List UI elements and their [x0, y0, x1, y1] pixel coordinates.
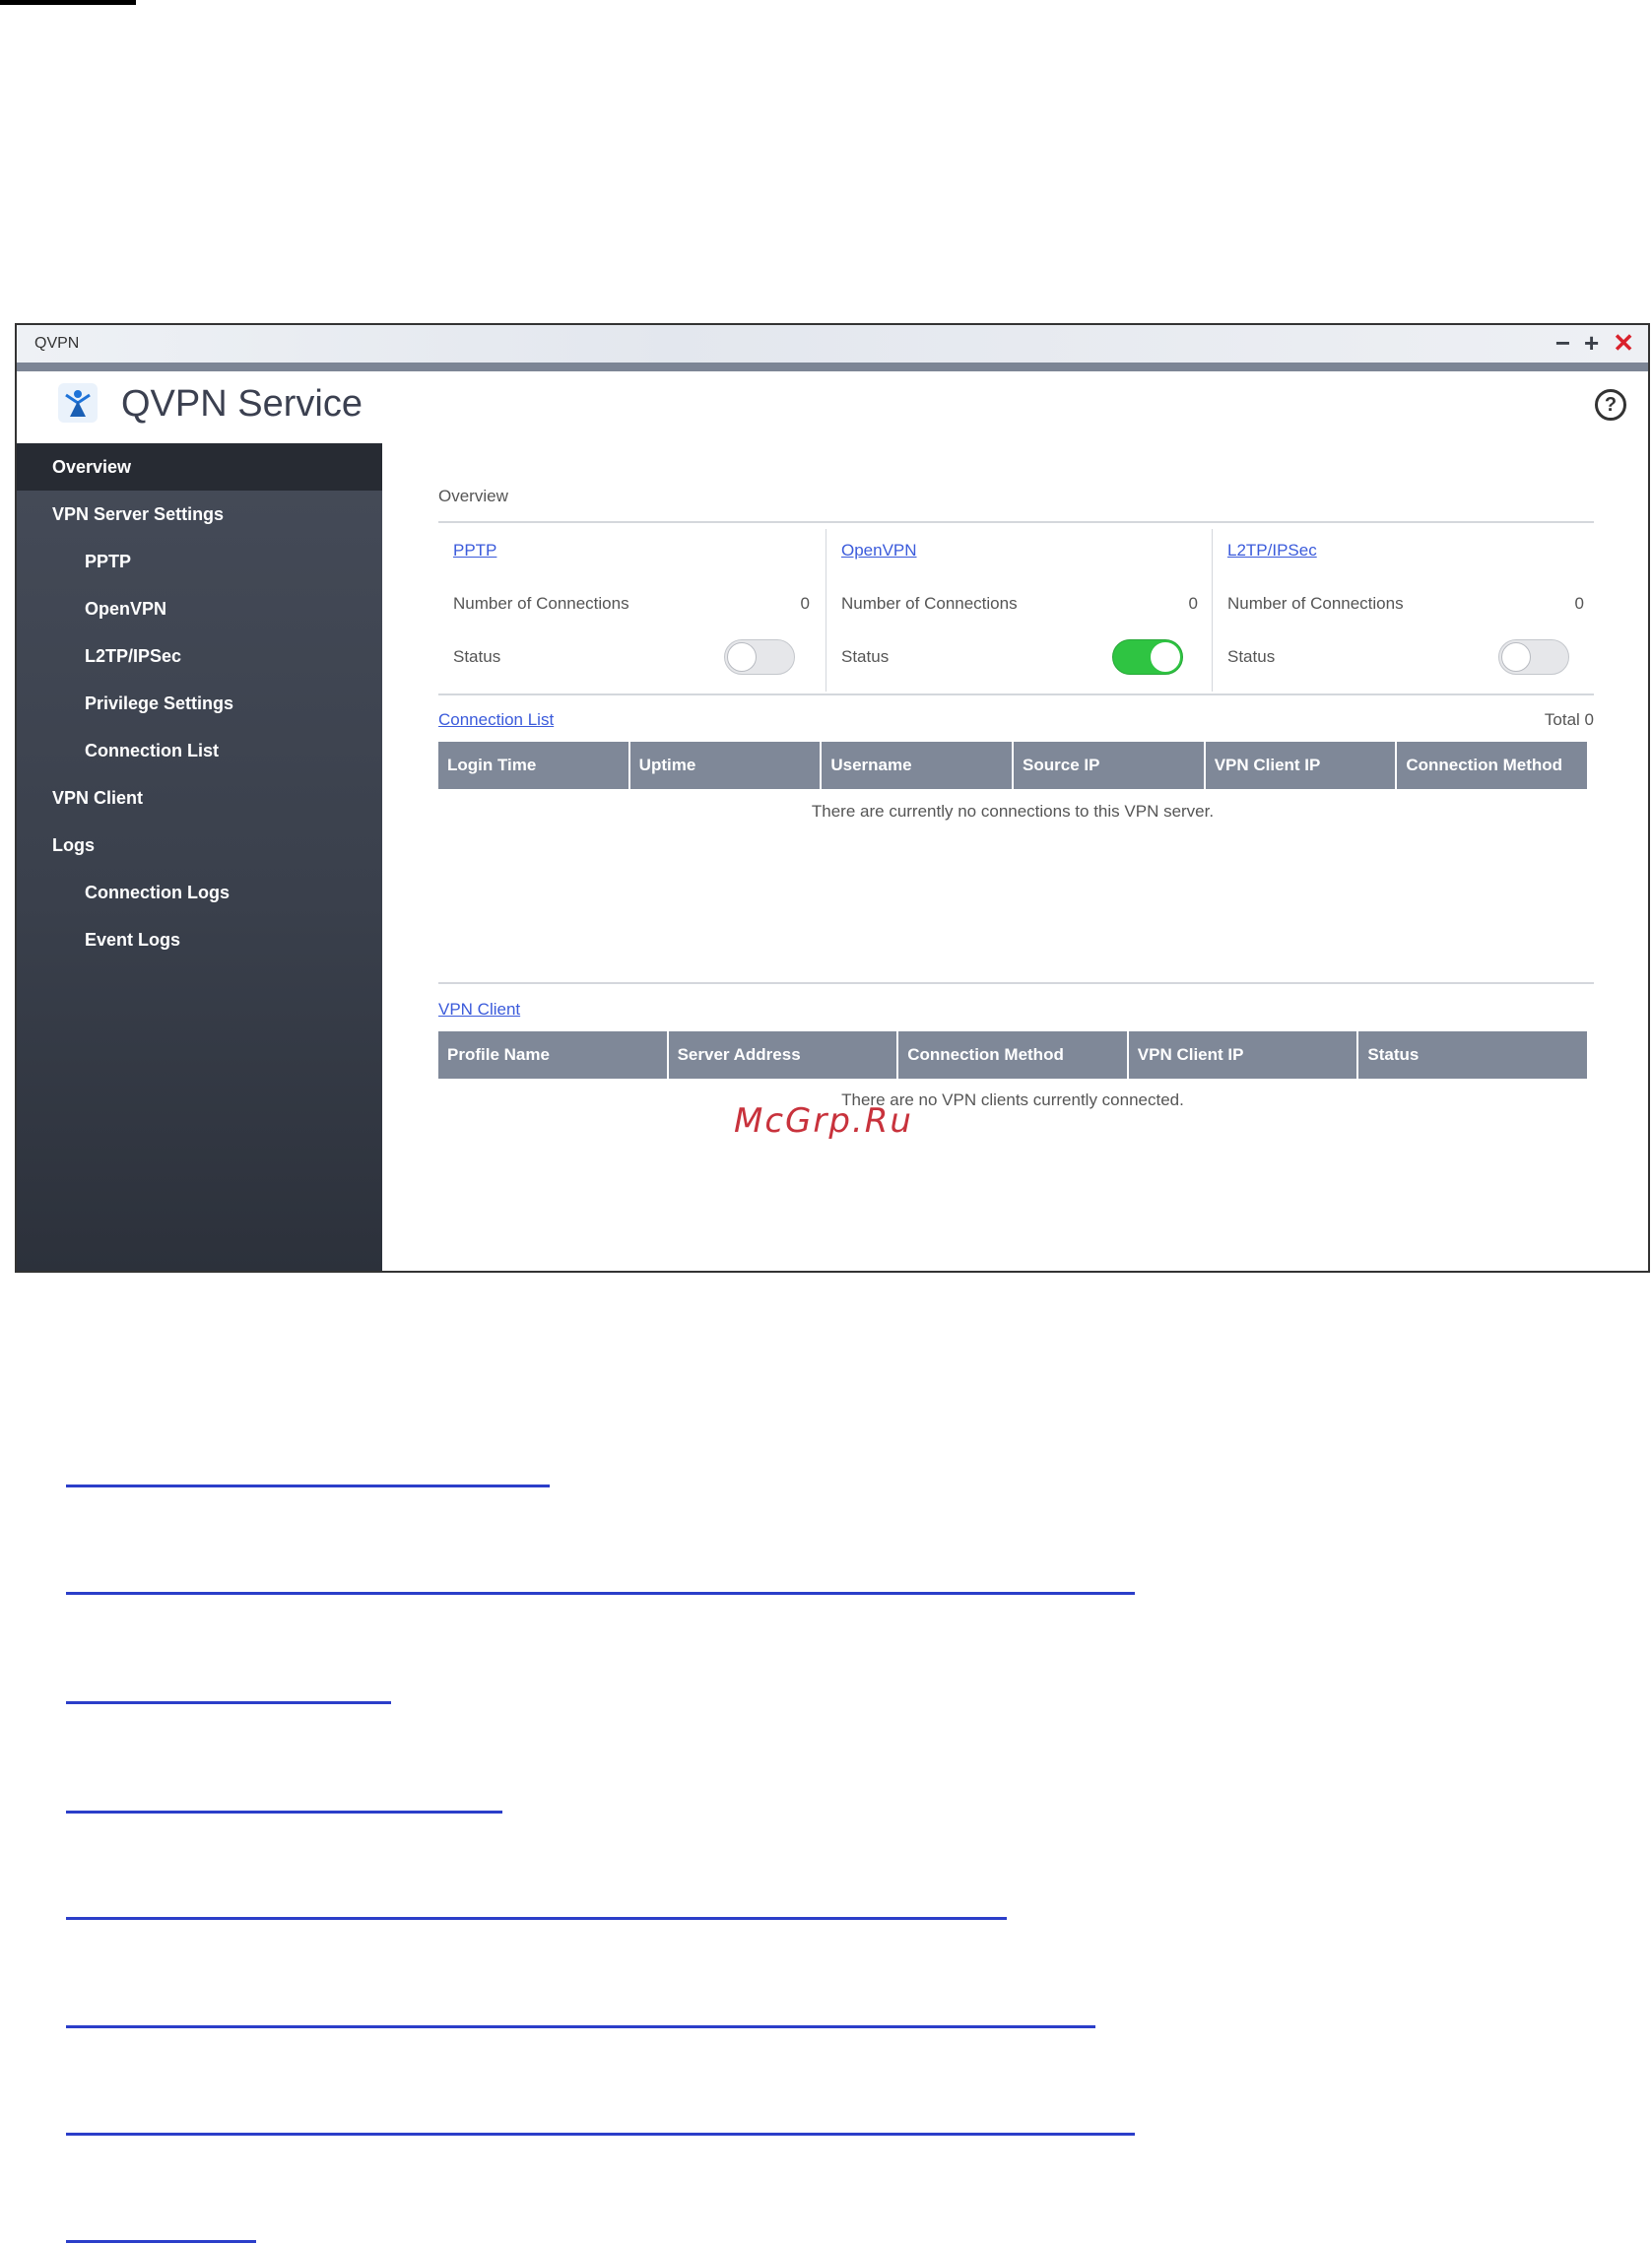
sidebar-item-connection-logs[interactable]: Connection Logs — [17, 869, 382, 916]
connections-count: 0 — [1188, 594, 1198, 613]
column-header[interactable]: Login Time — [438, 742, 630, 789]
underline-link[interactable] — [66, 2025, 1095, 2028]
status-label: Status — [453, 647, 501, 666]
column-header[interactable]: Server Address — [669, 1031, 899, 1079]
protocol-card: L2TP/IPSec Number of Connections 0 Status — [1213, 521, 1599, 687]
connections-row: Number of Connections 0 — [453, 594, 810, 614]
status-label: Status — [1227, 647, 1276, 666]
toggle-knob — [1151, 642, 1180, 672]
status-row: Status — [453, 639, 810, 675]
status-label: Status — [841, 647, 890, 666]
vpn-client-table-header: Profile Name Server Address Connection Met… — [438, 1031, 1587, 1079]
sidebar-item-vpn-client[interactable]: VPN Client — [17, 774, 382, 822]
connections-count: 0 — [1574, 594, 1584, 613]
underline-link[interactable] — [66, 1701, 391, 1704]
window-controls: − + ✕ — [1555, 329, 1634, 357]
protocol-link[interactable]: L2TP/IPSec — [1227, 541, 1317, 561]
status-toggle[interactable] — [1498, 639, 1569, 675]
connections-label: Number of Connections — [453, 594, 629, 613]
sidebar-item-l2tp-ipsec[interactable]: L2TP/IPSec — [17, 632, 382, 680]
column-header[interactable]: Uptime — [630, 742, 823, 789]
connection-list-link[interactable]: Connection List — [438, 710, 554, 730]
status-row: Status — [1227, 639, 1584, 675]
sidebar-item-logs[interactable]: Logs — [17, 822, 382, 869]
protocol-link[interactable]: PPTP — [453, 541, 496, 561]
sidebar-item-vpn-server-settings[interactable]: VPN Server Settings — [17, 491, 382, 538]
toggle-knob — [1501, 642, 1531, 672]
top-rule — [0, 0, 136, 5]
connections-row: Number of Connections 0 — [1227, 594, 1584, 614]
divider — [438, 982, 1594, 984]
column-header[interactable]: Connection Method — [898, 1031, 1129, 1079]
sidebar-item-overview[interactable]: Overview — [17, 443, 382, 491]
sidebar-item-privilege-settings[interactable]: Privilege Settings — [17, 680, 382, 727]
close-button[interactable]: ✕ — [1613, 329, 1634, 357]
column-header[interactable]: Username — [822, 742, 1015, 789]
sidebar: Overview VPN Server Settings PPTP OpenVPN L2… — [17, 443, 382, 1271]
protocol-card: OpenVPN Number of Connections 0 Status — [826, 521, 1213, 687]
column-header[interactable]: Connection Method — [1397, 742, 1587, 789]
protocol-card: PPTP Number of Connections 0 Status — [438, 521, 825, 687]
underline-link[interactable] — [66, 1917, 1007, 1920]
sidebar-item-event-logs[interactable]: Event Logs — [17, 916, 382, 963]
divider — [438, 693, 1594, 695]
titlebar-strip — [17, 363, 1648, 371]
titlebar: QVPN − + ✕ — [17, 325, 1648, 363]
column-header[interactable]: Profile Name — [438, 1031, 669, 1079]
app-header: QVPN Service ? — [17, 371, 1648, 435]
sidebar-item-openvpn[interactable]: OpenVPN — [17, 585, 382, 632]
column-header[interactable]: VPN Client IP — [1129, 1031, 1359, 1079]
connections-label: Number of Connections — [1227, 594, 1404, 613]
column-header[interactable]: VPN Client IP — [1206, 742, 1398, 789]
connections-row: Number of Connections 0 — [841, 594, 1198, 614]
vpn-client-link[interactable]: VPN Client — [438, 1000, 520, 1020]
connection-empty-message: There are currently no connections to th… — [811, 802, 1215, 821]
vpn-client-empty-message: There are no VPN clients currently conne… — [841, 1090, 1184, 1109]
minimize-button[interactable]: − — [1555, 329, 1570, 357]
underline-link[interactable] — [66, 2240, 256, 2243]
underline-link[interactable] — [66, 1592, 1135, 1595]
watermark: McGrp.Ru — [734, 1101, 913, 1141]
status-row: Status — [841, 639, 1198, 675]
connections-count: 0 — [800, 594, 810, 613]
sidebar-item-pptp[interactable]: PPTP — [17, 538, 382, 585]
connection-total: Total 0 — [1544, 710, 1594, 729]
connection-table-header: Login Time Uptime Username Source IP VPN Cli… — [438, 742, 1587, 789]
overview-heading: Overview — [438, 487, 508, 505]
underline-link[interactable] — [66, 1485, 550, 1487]
status-toggle[interactable] — [724, 639, 795, 675]
maximize-button[interactable]: + — [1584, 329, 1599, 357]
column-header[interactable]: Source IP — [1014, 742, 1206, 789]
underline-link[interactable] — [66, 2133, 1135, 2136]
column-header[interactable]: Status — [1358, 1031, 1587, 1079]
app-title: QVPN Service — [121, 383, 363, 425]
status-toggle[interactable] — [1112, 639, 1183, 675]
connections-label: Number of Connections — [841, 594, 1018, 613]
protocol-link[interactable]: OpenVPN — [841, 541, 917, 561]
toggle-knob — [727, 642, 757, 672]
underline-link[interactable] — [66, 1811, 502, 1814]
window-title: QVPN — [34, 335, 80, 352]
main-content: Overview PPTP Number of Connections 0 Statu… — [382, 435, 1648, 1271]
qvpn-logo-icon — [58, 383, 98, 423]
sidebar-item-connection-list[interactable]: Connection List — [17, 727, 382, 774]
help-icon[interactable]: ? — [1595, 389, 1626, 421]
divider — [1212, 529, 1213, 692]
